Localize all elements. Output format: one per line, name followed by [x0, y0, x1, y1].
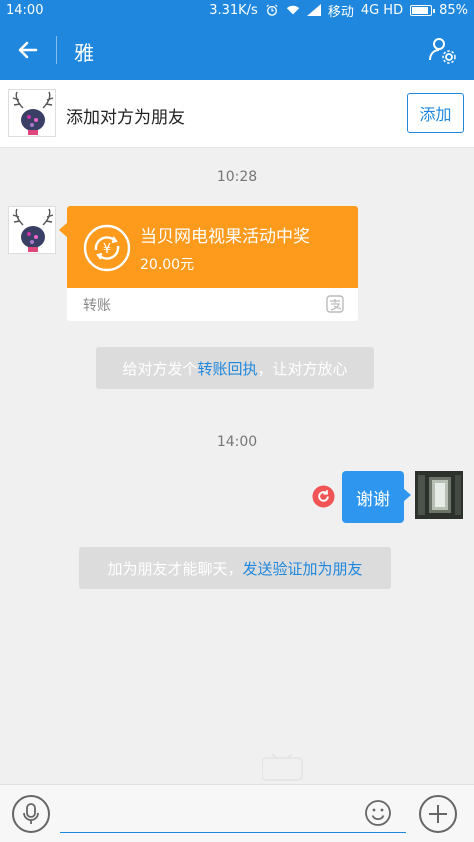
svg-text:¥: ¥	[103, 242, 111, 257]
antler-avatar-image	[12, 91, 54, 135]
transfer-message-card[interactable]: ¥ 当贝网电视果活动中奖 20.00元 转账	[67, 206, 358, 321]
wifi-icon	[286, 5, 299, 15]
add-friend-bar: 添加对方为朋友 添加	[0, 80, 474, 148]
add-friend-notice: 加为朋友才能聊天， 发送验证加为朋友	[79, 547, 391, 589]
voice-input-button[interactable]	[12, 795, 50, 833]
smiley-icon[interactable]	[364, 799, 392, 827]
send-verification-link[interactable]: 发送验证加为朋友	[243, 558, 363, 579]
notice-text: 加为朋友才能聊天，	[107, 559, 243, 578]
signal-icon	[306, 4, 321, 16]
transfer-label: 转账	[83, 298, 111, 314]
status-time: 14:00	[6, 2, 44, 18]
back-button[interactable]	[10, 34, 46, 66]
battery-level: 85%	[439, 2, 468, 18]
add-friend-button[interactable]: 添加	[407, 93, 464, 133]
notice-text-suffix: ，让对方放心	[257, 359, 348, 378]
antler-avatar-image	[12, 208, 54, 252]
plus-icon	[429, 805, 447, 823]
message-input-bar	[0, 784, 474, 842]
transfer-amount: 20.00元	[140, 257, 195, 273]
battery-icon	[410, 4, 436, 16]
user-settings-icon	[429, 38, 456, 64]
network-speed: 3.31K/s	[209, 2, 258, 18]
header-divider	[56, 36, 57, 64]
transfer-title: 当贝网电视果活动中奖	[140, 227, 310, 247]
more-actions-button[interactable]	[419, 795, 457, 833]
status-bar: 14:00 3.31K/s 移动 4G HD 85%	[0, 0, 474, 20]
chat-header: 雅	[0, 20, 474, 80]
add-friend-prompt: 添加对方为朋友	[66, 108, 185, 128]
arrow-left-icon	[18, 41, 38, 59]
transfer-card-header: ¥ 当贝网电视果活动中奖 20.00元	[67, 206, 358, 288]
transfer-receipt-notice: 给对方发个 转账回执 ，让对方放心	[96, 347, 374, 389]
window-photo-image	[415, 471, 463, 519]
my-avatar[interactable]	[415, 471, 463, 519]
watermark-logo	[262, 753, 303, 781]
alarm-icon	[266, 4, 278, 16]
sender-avatar[interactable]	[8, 206, 56, 254]
microphone-icon	[23, 803, 39, 824]
my-bubble-tail	[403, 488, 411, 502]
carrier-label: 移动	[327, 4, 354, 20]
message-timestamp: 10:28	[216, 169, 258, 185]
yen-exchange-icon: ¥	[83, 224, 131, 272]
my-message-bubble[interactable]: 谢谢	[342, 471, 404, 523]
transfer-receipt-link[interactable]: 转账回执	[197, 358, 257, 379]
message-timestamp: 14:00	[216, 434, 258, 450]
notice-text: 给对方发个	[122, 359, 198, 378]
message-text-input[interactable]	[60, 795, 406, 833]
status-right: 3.31K/s 移动 4G HD 85%	[209, 1, 468, 20]
network-type: 4G HD	[360, 2, 404, 18]
alipay-icon	[326, 295, 344, 313]
chat-profile-button[interactable]	[426, 34, 458, 66]
resend-failed-icon[interactable]	[312, 485, 335, 508]
chat-title: 雅	[74, 41, 94, 65]
contact-avatar[interactable]	[8, 89, 56, 137]
